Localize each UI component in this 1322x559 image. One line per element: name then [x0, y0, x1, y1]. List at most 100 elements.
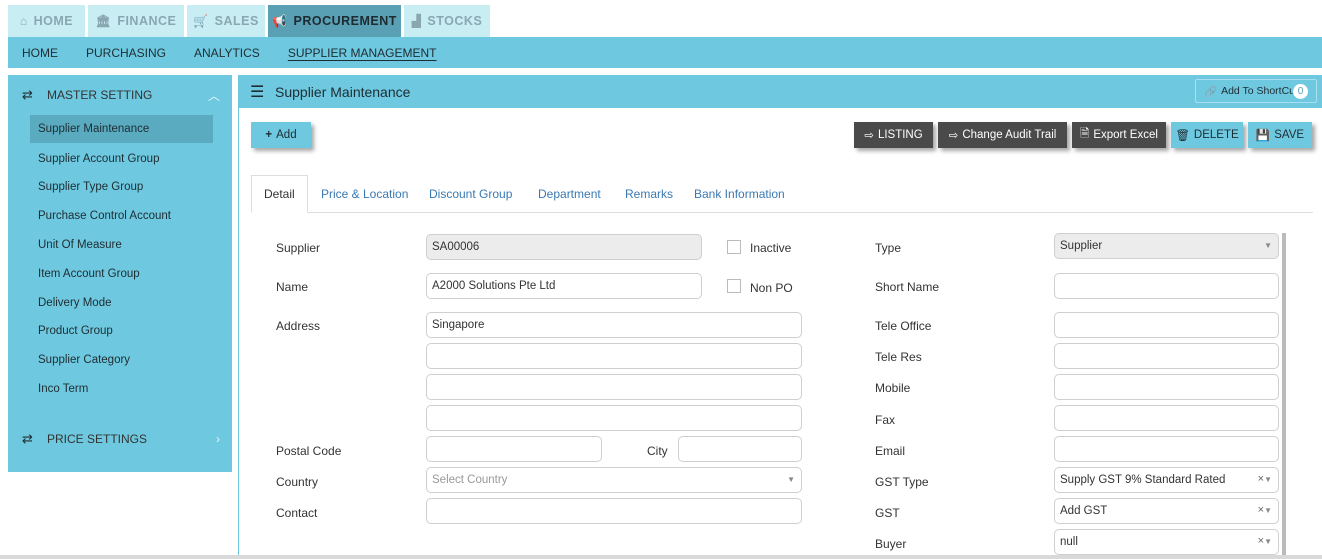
supplier-label: Supplier — [276, 241, 321, 255]
gst-label: GST — [875, 506, 900, 520]
clear-icon[interactable]: × — [1258, 535, 1264, 547]
address-label: Address — [276, 319, 321, 333]
address-line-1-field[interactable]: Singapore — [426, 312, 802, 338]
delete-button[interactable]: 🗑 DELETE — [1171, 122, 1243, 148]
type-label: Type — [875, 241, 902, 255]
name-field[interactable]: A2000 Solutions Pte Ltd — [426, 273, 702, 299]
inactive-checkbox[interactable] — [727, 240, 741, 254]
sign-out-icon: ⇨ — [864, 130, 874, 142]
sidebar-item-supplier-maintenance[interactable]: Supplier Maintenance — [30, 115, 213, 143]
postal-code-label: Postal Code — [276, 444, 342, 458]
top-tab-finance[interactable]: 🏛 FINANCE — [88, 5, 184, 37]
city-label: City — [647, 444, 668, 458]
bar-chart-icon: ▟ — [411, 14, 422, 28]
export-excel-button[interactable]: 🗎 Export Excel — [1072, 122, 1166, 148]
gst-type-select[interactable]: Supply GST 9% Standard Rated × ▼ — [1054, 467, 1279, 493]
caret-down-icon: ▼ — [1264, 537, 1272, 546]
type-select[interactable]: Supplier ▼ — [1054, 233, 1279, 259]
top-tab-procurement[interactable]: 📢 PROCUREMENT — [268, 5, 401, 37]
bottom-divider — [0, 555, 1322, 559]
top-tab-stocks[interactable]: ▟ STOCKS — [404, 5, 490, 37]
bank-icon: 🏛 — [95, 14, 112, 28]
top-tab-home[interactable]: ⌂ HOME — [8, 5, 85, 37]
trash-icon: 🗑 — [1175, 130, 1190, 142]
caret-down-icon: ▼ — [1264, 475, 1272, 484]
tele-res-field[interactable] — [1054, 343, 1279, 369]
change-audit-trail-button[interactable]: ⇨ Change Audit Trail — [938, 122, 1067, 148]
postal-code-field[interactable] — [426, 436, 602, 462]
cart-icon: 🛒 — [193, 14, 209, 28]
save-icon: 💾 — [1255, 130, 1271, 142]
detail-tabs: Detail Price & Location Discount Group D… — [251, 175, 1313, 213]
subnav-purchasing[interactable]: PURCHASING — [86, 46, 166, 60]
exchange-icon: ⇄ — [22, 431, 33, 446]
add-to-shortcut-button[interactable]: 🔗 Add To ShortCut 0 — [1195, 79, 1317, 103]
inactive-label: Inactive — [750, 241, 792, 255]
caret-down-icon: ▼ — [1264, 506, 1272, 515]
country-select[interactable]: Select Country ▼ — [426, 467, 802, 493]
city-field[interactable] — [678, 436, 802, 462]
sidebar-item-supplier-category[interactable]: Supplier Category — [30, 346, 213, 374]
tab-detail[interactable]: Detail — [251, 175, 308, 213]
sub-nav: HOME PURCHASING ANALYTICS SUPPLIER MANAG… — [8, 37, 1322, 68]
panel-header: ☰ Supplier Maintenance 🔗 Add To ShortCut… — [239, 75, 1322, 108]
clear-icon[interactable]: × — [1258, 473, 1264, 485]
mobile-field[interactable] — [1054, 374, 1279, 400]
caret-down-icon: ▼ — [1264, 241, 1272, 250]
shortcut-count-badge: 0 — [1293, 84, 1308, 99]
form-scrollbar[interactable] — [1282, 233, 1286, 559]
tab-department[interactable]: Department — [538, 175, 601, 213]
mobile-label: Mobile — [875, 381, 911, 395]
tele-office-field[interactable] — [1054, 312, 1279, 338]
sidebar-item-unit-of-measure[interactable]: Unit Of Measure — [30, 231, 213, 259]
sidebar-item-item-account-group[interactable]: Item Account Group — [30, 260, 213, 288]
buyer-select[interactable]: null × ▼ — [1054, 529, 1279, 555]
non-po-checkbox[interactable] — [727, 279, 741, 293]
short-name-label: Short Name — [875, 280, 940, 294]
sidebar-item-inco-term[interactable]: Inco Term — [30, 375, 213, 403]
sidebar-item-purchase-control-account[interactable]: Purchase Control Account — [30, 202, 213, 230]
fax-label: Fax — [875, 413, 896, 427]
clear-icon[interactable]: × — [1258, 504, 1264, 516]
address-line-2-field[interactable] — [426, 343, 802, 369]
link-icon: 🔗 — [1204, 85, 1218, 98]
caret-down-icon: ▼ — [787, 475, 795, 484]
subnav-supplier-management[interactable]: SUPPLIER MANAGEMENT — [288, 46, 437, 60]
fax-field[interactable] — [1054, 405, 1279, 431]
address-line-3-field[interactable] — [426, 374, 802, 400]
supplier-maintenance-panel: ☰ Supplier Maintenance 🔗 Add To ShortCut… — [238, 75, 1322, 559]
country-label: Country — [276, 475, 319, 489]
subnav-home[interactable]: HOME — [22, 46, 58, 60]
sidebar-item-delivery-mode[interactable]: Delivery Mode — [30, 289, 213, 317]
contact-label: Contact — [276, 506, 318, 520]
non-po-label: Non PO — [750, 281, 793, 295]
sidebar-item-supplier-account-group[interactable]: Supplier Account Group — [30, 145, 213, 173]
gst-select[interactable]: Add GST × ▼ — [1054, 498, 1279, 524]
page-title: Supplier Maintenance — [275, 84, 411, 100]
megaphone-icon: 📢 — [272, 14, 288, 28]
price-settings-header[interactable]: ⇄ PRICE SETTINGS › — [8, 424, 232, 454]
sidebar-item-supplier-type-group[interactable]: Supplier Type Group — [30, 173, 213, 201]
tab-remarks[interactable]: Remarks — [625, 175, 673, 213]
chevron-right-icon: › — [216, 432, 220, 446]
supplier-code-field[interactable]: SA00006 — [426, 234, 702, 260]
sign-out-icon: ⇨ — [948, 130, 959, 142]
save-button[interactable]: 💾 SAVE — [1248, 122, 1312, 148]
email-field[interactable] — [1054, 436, 1279, 462]
top-tab-sales[interactable]: 🛒 SALES — [187, 5, 265, 37]
add-button[interactable]: + Add — [251, 122, 311, 148]
sidebar-item-product-group[interactable]: Product Group — [30, 317, 213, 345]
tab-price-location[interactable]: Price & Location — [321, 175, 408, 213]
tab-bank-information[interactable]: Bank Information — [694, 175, 785, 213]
menu-icon[interactable]: ☰ — [250, 82, 264, 102]
sidebar: ⇄ MASTER SETTING ︿ Supplier Maintenance … — [8, 75, 232, 472]
contact-field[interactable] — [426, 498, 802, 524]
tab-discount-group[interactable]: Discount Group — [429, 175, 512, 213]
chevron-up-icon: ︿ — [207, 88, 220, 103]
short-name-field[interactable] — [1054, 273, 1279, 299]
top-nav: ⌂ HOME 🏛 FINANCE 🛒 SALES 📢 PROCUREMENT ▟ STOC… — [0, 0, 1322, 37]
subnav-analytics[interactable]: ANALYTICS — [194, 46, 260, 60]
address-line-4-field[interactable] — [426, 405, 802, 431]
master-setting-header[interactable]: ⇄ MASTER SETTING ︿ — [8, 80, 232, 110]
listing-button[interactable]: ⇨ LISTING — [854, 122, 933, 148]
